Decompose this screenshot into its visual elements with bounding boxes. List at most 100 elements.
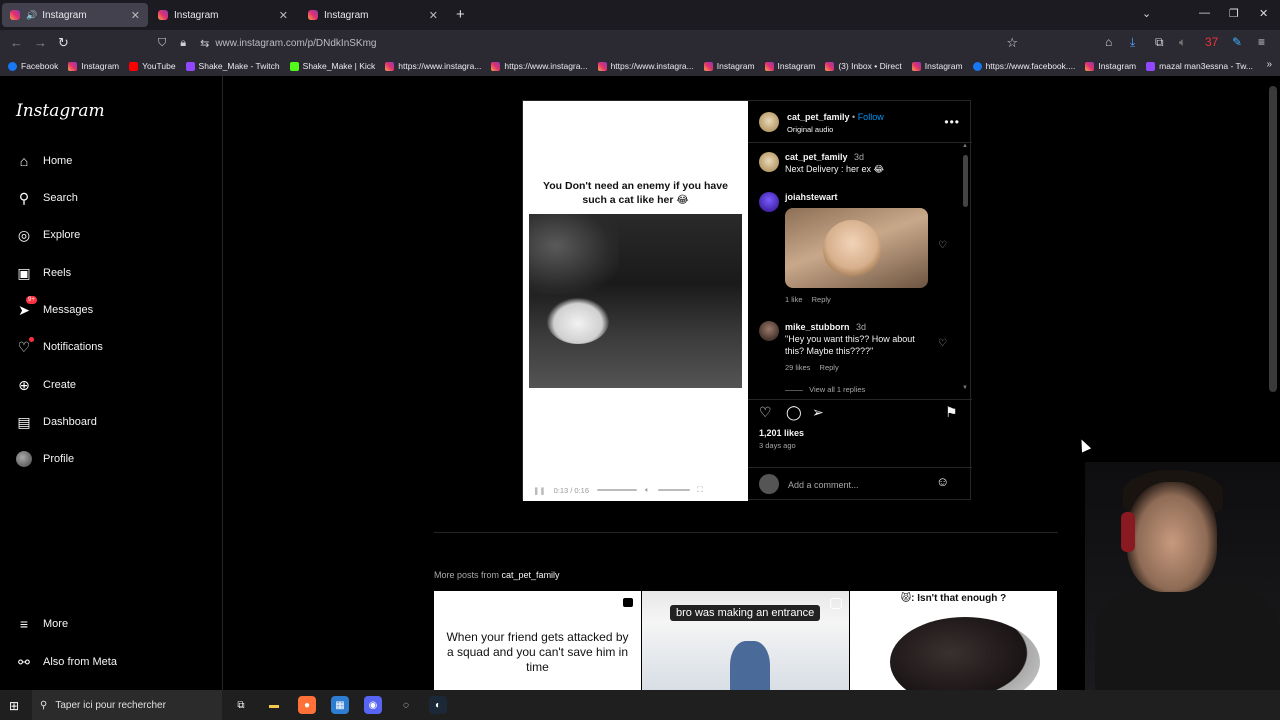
save-bookmark-icon[interactable]: ⚑ (945, 404, 958, 421)
sidebar-item-home[interactable]: ⌂ Home (15, 150, 73, 172)
browser-tab-1[interactable]: 🔊 Instagram ✕ (2, 3, 148, 27)
comment-likes[interactable]: 29 likes (785, 363, 810, 372)
more-post-thumb[interactable]: 😾: Isn't that enough ? (850, 591, 1057, 693)
volume-icon[interactable]: 🔈︎ (645, 485, 650, 495)
comment-avatar[interactable] (759, 192, 779, 212)
browser-tab-2[interactable]: Instagram ✕ (150, 3, 296, 27)
browser-tab-3[interactable]: Instagram ✕ (300, 3, 446, 27)
bookmark-item[interactable]: Instagram (68, 61, 119, 71)
like-heart-icon[interactable]: ♡ (759, 404, 772, 421)
bookmark-item[interactable]: https://www.instagra... (385, 61, 481, 71)
task-view-icon[interactable]: ⧉ (232, 696, 250, 714)
sidebar-item-notifications[interactable]: ♡ Notifications (15, 336, 103, 358)
extensions-icon[interactable]: ⧉ (1155, 35, 1164, 50)
bookmarks-overflow-icon[interactable]: » (1266, 59, 1272, 70)
bookmark-item[interactable]: mazal man3essna - Tw... (1146, 61, 1253, 71)
comment-reply-button[interactable]: Reply (812, 295, 831, 304)
comment-username[interactable]: mike_stubborn (785, 322, 850, 332)
close-tab-icon[interactable]: ✕ (279, 9, 288, 22)
url-text[interactable]: www.instagram.com/p/DNdkInSKmg (215, 38, 376, 49)
comment-input[interactable]: Add a comment... (788, 479, 859, 491)
sidebar-item-also-from-meta[interactable]: ⚯ Also from Meta (15, 651, 117, 673)
close-tab-icon[interactable]: ✕ (429, 9, 438, 22)
comment-like-heart-icon[interactable]: ♡ (938, 240, 947, 251)
bookmark-item[interactable]: Instagram (764, 61, 815, 71)
bookmark-item[interactable]: (3) Inbox • Direct (825, 61, 902, 71)
more-post-thumb[interactable]: bro was making an entrance (642, 591, 849, 693)
speaker-icon[interactable]: 🔊 (26, 10, 37, 21)
firefox-icon[interactable]: ● (298, 696, 316, 714)
tab-list-chevron-icon[interactable]: ⌄ (1142, 7, 1151, 20)
like-count[interactable]: 1,201 likes (759, 428, 804, 438)
pause-icon[interactable]: ❚❚ (533, 486, 546, 495)
extension-icon[interactable]: ✎ (1232, 35, 1242, 49)
bookmark-item[interactable]: https://www.instagra... (491, 61, 588, 71)
download-icon[interactable]: ⤓ (1130, 35, 1135, 50)
sidebar-item-reels[interactable]: ▣ Reels (15, 262, 71, 284)
author-username[interactable]: cat_pet_family (787, 112, 850, 122)
page-scrollbar[interactable] (1269, 86, 1277, 392)
bookmark-item[interactable]: Facebook (8, 61, 58, 71)
file-explorer-icon[interactable]: ▬ (265, 696, 283, 714)
bookmark-item[interactable]: Shake_Make | Kick (289, 61, 375, 71)
view-replies-link[interactable]: View all 1 replies (809, 385, 865, 394)
comment-avatar[interactable] (759, 321, 779, 341)
more-post-thumb[interactable]: When your friend gets attacked by a squa… (434, 591, 641, 693)
windows-start-icon[interactable]: ⊞ (9, 699, 19, 713)
url-bar[interactable]: ⛉ 🔒︎ ⇆ www.instagram.com/p/DNdkInSKmg ☆ (150, 32, 1026, 54)
discord-icon[interactable]: ◉ (364, 696, 382, 714)
store-icon[interactable]: ▦ (331, 696, 349, 714)
caption-username[interactable]: cat_pet_family (785, 152, 848, 162)
sidebar-item-dashboard[interactable]: ▤ Dashboard (15, 411, 96, 433)
instagram-logo[interactable]: Instagram (16, 101, 105, 121)
reload-icon[interactable]: ↻ (58, 35, 69, 51)
original-audio-link[interactable]: Original audio (787, 124, 833, 136)
close-tab-icon[interactable]: ✕ (131, 9, 140, 22)
video-progress-bar[interactable] (597, 489, 638, 491)
bookmark-item[interactable]: Instagram (911, 61, 963, 71)
emoji-icon[interactable]: ☺ (936, 474, 949, 489)
comment-reply-button[interactable]: Reply (820, 363, 839, 372)
comment-like-heart-icon[interactable]: ♡ (938, 338, 947, 349)
restore-icon[interactable]: ❐ (1229, 7, 1239, 20)
lock-icon[interactable]: 🔒︎ (180, 37, 186, 50)
bookmark-item[interactable]: https://www.facebook.... (972, 61, 1075, 71)
comments-scrollbar[interactable]: ▲ ▼ (961, 143, 969, 395)
permissions-icon[interactable]: ⇆ (200, 37, 209, 50)
shield-icon[interactable]: ⛉ (158, 37, 166, 50)
sidebar-item-search[interactable]: ⚲ Search (15, 187, 78, 209)
obs-icon[interactable]: ◌ (397, 696, 415, 714)
post-video[interactable]: You Don't need an enemy if you have such… (523, 101, 748, 501)
more-posts-username[interactable]: cat_pet_family (502, 570, 560, 580)
fullscreen-icon[interactable]: ⛶ (698, 485, 703, 495)
sidebar-item-explore[interactable]: ◎ Explore (15, 224, 80, 246)
share-send-icon[interactable]: ➢ (812, 404, 824, 421)
bookmark-item[interactable]: Instagram (1085, 61, 1136, 71)
sidebar-item-profile[interactable]: Profile (15, 448, 74, 470)
taskbar-search[interactable]: ⚲ Taper ici pour rechercher (32, 690, 222, 720)
home-icon[interactable]: ⌂ (1105, 35, 1112, 49)
new-tab-icon[interactable]: + (456, 6, 465, 23)
app-menu-icon[interactable]: ≡ (1258, 35, 1265, 49)
sidebar-item-more[interactable]: ≡ More (15, 613, 68, 635)
minimize-icon[interactable]: — (1199, 7, 1210, 19)
forward-arrow-icon[interactable]: → (34, 35, 47, 50)
comment-bubble-icon[interactable]: ◯ (786, 404, 802, 421)
steam-icon[interactable]: ◐ (429, 696, 447, 714)
volume-slider[interactable] (657, 489, 690, 491)
author-avatar[interactable] (759, 112, 779, 132)
caption-avatar[interactable] (759, 152, 779, 172)
bookmark-item[interactable]: Shake_Make - Twitch (185, 61, 280, 71)
bookmark-star-icon[interactable]: ☆ (1006, 35, 1018, 51)
bookmark-item[interactable]: Instagram (703, 61, 755, 71)
extension-badge[interactable]: 37 (1205, 35, 1218, 49)
comment-username[interactable]: joiahstewart (785, 192, 838, 202)
sidebar-item-create[interactable]: ⊕ Create (15, 374, 76, 396)
sidebar-item-messages[interactable]: ➤ 9+ Messages (15, 296, 93, 321)
bookmark-item[interactable]: https://www.instagra... (597, 61, 694, 71)
bookmark-item[interactable]: YouTube (129, 61, 176, 71)
comment-likes[interactable]: 1 like (785, 295, 803, 304)
audio-icon[interactable]: 🔈︎ (1179, 35, 1186, 50)
follow-button[interactable]: Follow (858, 112, 884, 122)
close-window-icon[interactable]: ✕ (1259, 7, 1268, 20)
